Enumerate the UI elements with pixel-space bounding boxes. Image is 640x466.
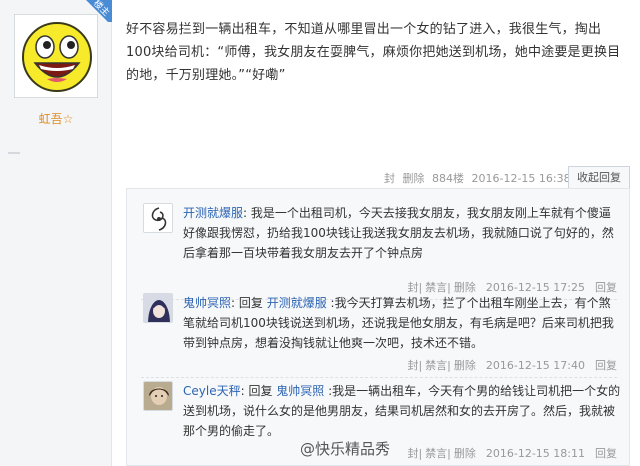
reply-meta: 封| 禁言| 删除 2016-12-15 18:11 回复 xyxy=(407,447,617,460)
reply-content: 鬼帅冥照: 回复 开测就爆服 :我今天打算去机场，拦了个出租车刚坐上去，有个煞笔… xyxy=(183,293,621,353)
photo-avatar-icon xyxy=(144,382,172,410)
reply-username[interactable]: 鬼帅冥照 xyxy=(183,296,231,310)
swirl-avatar-icon xyxy=(144,204,172,232)
reply-prefix: : 回复 xyxy=(240,384,277,398)
reply-to-username[interactable]: 鬼帅冥照 xyxy=(276,384,324,398)
lock-button[interactable]: 封 xyxy=(407,359,418,372)
ban-button[interactable]: 禁言 xyxy=(425,447,447,460)
reply-avatar[interactable] xyxy=(143,293,173,323)
reply-prefix: : 回复 xyxy=(231,296,267,310)
reply-content: 开测就爆服: 我是一个出租司机，今天去接我女朋友，我女朋友刚上车就有个傻逼好像跟… xyxy=(183,203,621,263)
ban-button[interactable]: 禁言 xyxy=(425,359,447,372)
reply-button[interactable]: 回复 xyxy=(595,447,617,460)
reply-time: 2016-12-15 18:11 xyxy=(485,447,585,460)
delete-button[interactable]: 删除 xyxy=(454,359,476,372)
lock-button[interactable]: 封 xyxy=(407,447,418,460)
author-sidebar: 楼主 虹吾☆ xyxy=(0,0,112,466)
reply-text: : 我是一个出租司机，今天去接我女朋友，我女朋友刚上车就有个傻逼好像跟我愣怼，扔… xyxy=(183,206,614,260)
post-time: 2016-12-15 16:38 xyxy=(471,172,571,185)
watermark: @快乐精品秀 xyxy=(300,440,391,458)
reply-username[interactable]: 开测就爆服 xyxy=(183,206,243,220)
reply-username[interactable]: Ceyle天秤 xyxy=(183,384,241,398)
reply-avatar[interactable] xyxy=(143,203,173,233)
reply-button[interactable]: 回复 xyxy=(595,359,617,372)
post-content: 好不容易拦到一辆出租车，不知道从哪里冒出一个女的钻了进入，我很生气，掏出100块… xyxy=(126,22,621,83)
floor-number: 884楼 xyxy=(432,172,464,185)
delete-button[interactable]: 删除 xyxy=(454,447,476,460)
reply-to-username[interactable]: 开测就爆服 xyxy=(267,296,327,310)
delete-button[interactable]: 删除 xyxy=(403,172,425,185)
op-badge: 楼主 xyxy=(86,0,112,22)
anime-avatar-icon xyxy=(144,294,172,322)
collapse-replies-button[interactable]: 收起回复 xyxy=(568,166,630,188)
awesome-face-icon xyxy=(22,22,92,92)
lock-button[interactable]: 封 xyxy=(384,172,395,185)
divider xyxy=(8,152,20,154)
reply-meta: 封| 禁言| 删除 2016-12-15 17:40 回复 xyxy=(407,359,617,372)
author-avatar[interactable] xyxy=(14,14,98,98)
reply-list: 开测就爆服: 我是一个出租司机，今天去接我女朋友，我女朋友刚上车就有个傻逼好像跟… xyxy=(126,188,630,466)
reply-time: 2016-12-15 17:40 xyxy=(485,359,585,372)
author-username[interactable]: 虹吾☆ xyxy=(0,110,112,127)
reply-avatar[interactable] xyxy=(143,381,173,411)
reply-content: Ceyle天秤: 回复 鬼帅冥照 :我是一辆出租车，今天有个男的给钱让司机把一个… xyxy=(183,381,621,441)
post-meta: 封 删除 884楼 2016-12-15 16:38 xyxy=(384,170,575,186)
divider xyxy=(141,377,617,378)
